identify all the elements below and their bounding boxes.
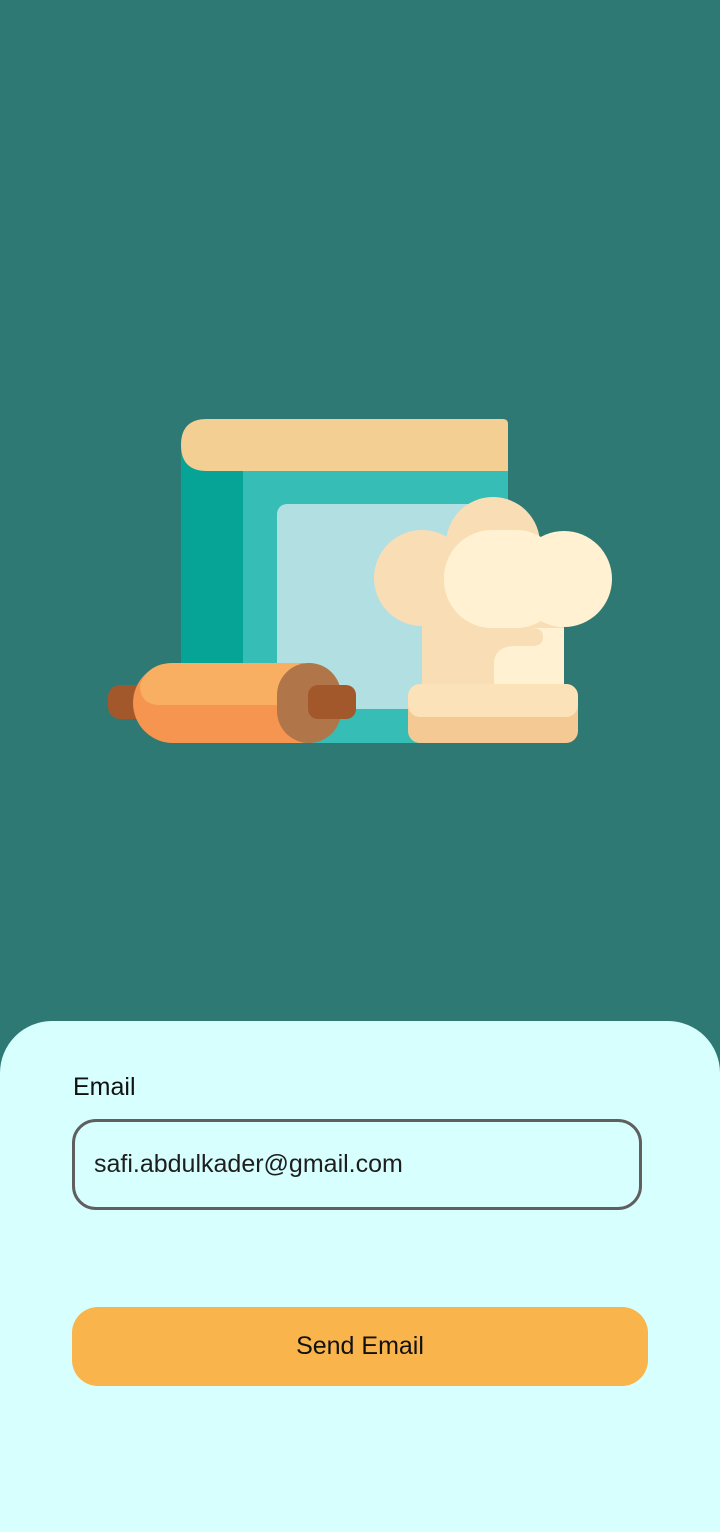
email-form-sheet: Email Send Email: [0, 1021, 720, 1532]
email-input[interactable]: [72, 1119, 642, 1210]
rolling-pin-icon: [108, 663, 356, 743]
email-label: Email: [73, 1073, 136, 1101]
hero-area: [0, 0, 720, 1022]
chef-hat-icon: [374, 497, 612, 743]
send-email-button[interactable]: Send Email: [72, 1307, 648, 1386]
cookbook-illustration-icon: [108, 419, 612, 743]
